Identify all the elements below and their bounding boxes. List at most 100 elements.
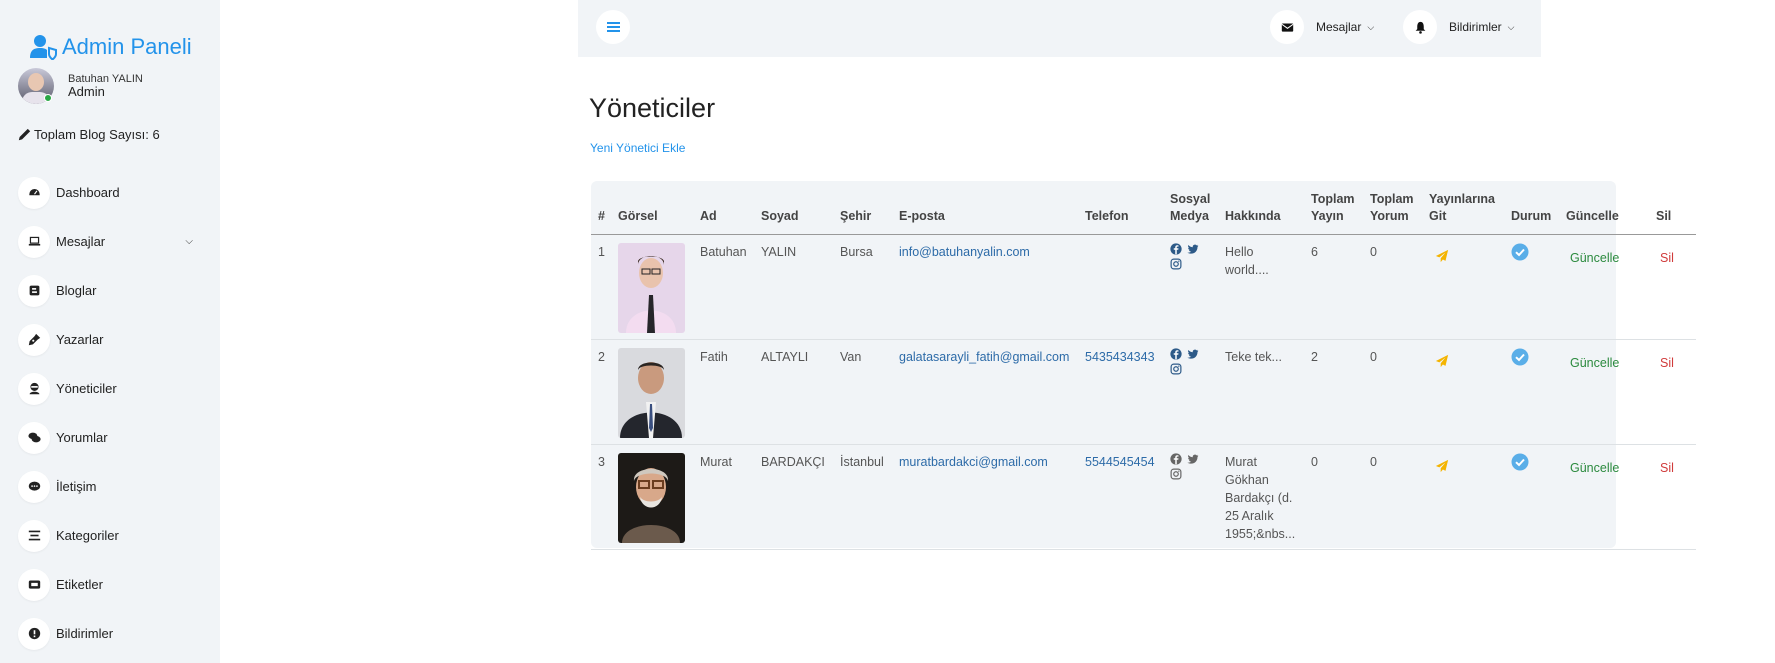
col-header-delete: Sil [1649, 181, 1696, 235]
sidebar: Admin Paneli Batuhan YALIN Admin Toplam … [0, 0, 220, 663]
update-button[interactable]: Güncelle [1570, 249, 1619, 267]
sidebar-item-dashboard[interactable]: Dashboard [18, 168, 193, 217]
sidebar-item-label: Bloglar [56, 283, 97, 298]
row-num: 3 [591, 444, 611, 551]
col-header-go-line1: Yayınlarına [1429, 191, 1496, 206]
row-city: Bursa [833, 234, 892, 340]
table-header-row: # Görsel Ad Soyad Şehir E-posta Telefon … [591, 181, 1696, 235]
check-circle-icon [1511, 453, 1529, 470]
brand[interactable]: Admin Paneli [30, 34, 192, 60]
table-row: 2 Fatih ALTAYLI Van galatasarayli_fatih@… [591, 339, 1696, 445]
chevron-down-icon[interactable]: ⌵ [185, 236, 193, 247]
paper-plane-icon [1435, 249, 1449, 262]
row-phone[interactable]: 5544545454 [1078, 444, 1163, 551]
comments-icon [27, 432, 41, 443]
sidebar-item-mesajlar[interactable]: Mesajlar ⌵ [18, 217, 193, 266]
col-header-status: Durum [1504, 181, 1559, 235]
go-to-posts-button[interactable] [1429, 354, 1449, 371]
twitter-icon[interactable] [1187, 243, 1199, 255]
sidebar-item-iletisim[interactable]: İletişim [18, 462, 193, 511]
sidebar-item-kategoriler[interactable]: Kategoriler [18, 511, 193, 560]
col-header-posts-line2: Yayın [1311, 208, 1344, 223]
col-header-phone: Telefon [1078, 181, 1163, 235]
col-header-social-line1: Sosyal [1170, 191, 1211, 206]
admin-photo [618, 452, 685, 543]
envelope-icon [1281, 22, 1293, 32]
comment-dots-icon [28, 481, 40, 491]
tag-rect-icon [28, 580, 40, 589]
sidebar-item-yorumlar[interactable]: Yorumlar [18, 413, 193, 462]
tachometer-icon [27, 187, 41, 197]
pencil-icon [18, 128, 31, 141]
row-phone[interactable] [1078, 234, 1163, 340]
delete-button[interactable]: Sil [1660, 249, 1674, 267]
row-comments: 0 [1363, 444, 1422, 551]
delete-button[interactable]: Sil [1660, 459, 1674, 477]
instagram-icon[interactable] [1170, 468, 1182, 480]
row-email[interactable]: muratbardakci@gmail.com [892, 444, 1078, 551]
row-last-name: BARDAKÇI [754, 444, 833, 551]
facebook-icon[interactable] [1170, 242, 1182, 255]
row-about: Teke tek... [1218, 339, 1304, 445]
messages-dropdown[interactable]: Mesajlar ⌵ [1270, 10, 1374, 44]
hamburger-icon [606, 22, 620, 32]
blogger-icon [29, 285, 39, 296]
row-comments: 0 [1363, 339, 1422, 445]
col-header-social-line2: Medya [1170, 208, 1209, 223]
row-comments: 0 [1363, 234, 1422, 340]
row-num: 2 [591, 339, 611, 445]
bell-icon [1415, 21, 1425, 34]
status-badge[interactable] [1511, 453, 1529, 474]
delete-button[interactable]: Sil [1660, 354, 1674, 372]
admin-photo [618, 347, 685, 438]
notifications-dropdown[interactable]: Bildirimler ⌵ [1403, 10, 1515, 44]
sidebar-item-label: Bildirimler [56, 626, 114, 641]
go-to-posts-button[interactable] [1429, 249, 1449, 266]
sidebar-item-etiketler[interactable]: Etiketler [18, 560, 193, 609]
info-circle-icon [28, 627, 40, 640]
laptop-icon [28, 236, 40, 246]
table-row: 3 Murat BARDAKÇI İstanbul muratbardakci@… [591, 444, 1696, 551]
row-email[interactable]: galatasarayli_fatih@gmail.com [892, 339, 1078, 445]
update-button[interactable]: Güncelle [1570, 459, 1619, 477]
sidebar-item-yoneticiler[interactable]: Yöneticiler [18, 364, 193, 413]
admin-photo [618, 242, 685, 333]
paper-plane-icon [1435, 459, 1449, 472]
row-city: İstanbul [833, 444, 892, 551]
col-header-social: Sosyal Medya [1163, 181, 1218, 235]
col-header-num: # [591, 181, 611, 235]
go-to-posts-button[interactable] [1429, 459, 1449, 476]
instagram-icon[interactable] [1170, 363, 1182, 375]
status-badge[interactable] [1511, 243, 1529, 264]
topbar: Mesajlar ⌵ Bildirimler ⌵ [578, 0, 1541, 57]
twitter-icon[interactable] [1187, 348, 1199, 360]
update-button[interactable]: Güncelle [1570, 354, 1619, 372]
row-about: Hello world.... [1218, 234, 1304, 340]
col-header-city: Şehir [833, 181, 892, 235]
blog-count: Toplam Blog Sayısı: 6 [18, 127, 160, 142]
facebook-icon[interactable] [1170, 347, 1182, 360]
row-email[interactable]: info@batuhanyalin.com [892, 234, 1078, 340]
col-header-email: E-posta [892, 181, 1078, 235]
user-profile: Batuhan YALIN Admin [18, 68, 143, 104]
col-header-first-name: Ad [693, 181, 754, 235]
facebook-icon[interactable] [1170, 452, 1182, 465]
col-header-last-name: Soyad [754, 181, 833, 235]
add-admin-link[interactable]: Yeni Yönetici Ekle [590, 141, 685, 155]
col-header-comments-line1: Toplam [1370, 191, 1414, 206]
sidebar-item-bloglar[interactable]: Bloglar [18, 266, 193, 315]
check-circle-icon [1511, 348, 1529, 365]
sidebar-item-bildirimler[interactable]: Bildirimler [18, 609, 193, 658]
col-header-go-line2: Git [1429, 208, 1447, 223]
row-phone[interactable]: 5435434343 [1078, 339, 1163, 445]
chevron-down-icon: ⌵ [1507, 21, 1515, 32]
menu-toggle-button[interactable] [596, 10, 630, 44]
brand-title: Admin Paneli [62, 34, 192, 59]
col-header-about: Hakkında [1218, 181, 1304, 235]
col-header-go: Yayınlarına Git [1422, 181, 1504, 235]
instagram-icon[interactable] [1170, 258, 1182, 270]
twitter-icon[interactable] [1187, 453, 1199, 465]
status-badge[interactable] [1511, 348, 1529, 369]
sidebar-item-yazarlar[interactable]: Yazarlar [18, 315, 193, 364]
blog-count-text: Toplam Blog Sayısı: 6 [34, 127, 160, 142]
